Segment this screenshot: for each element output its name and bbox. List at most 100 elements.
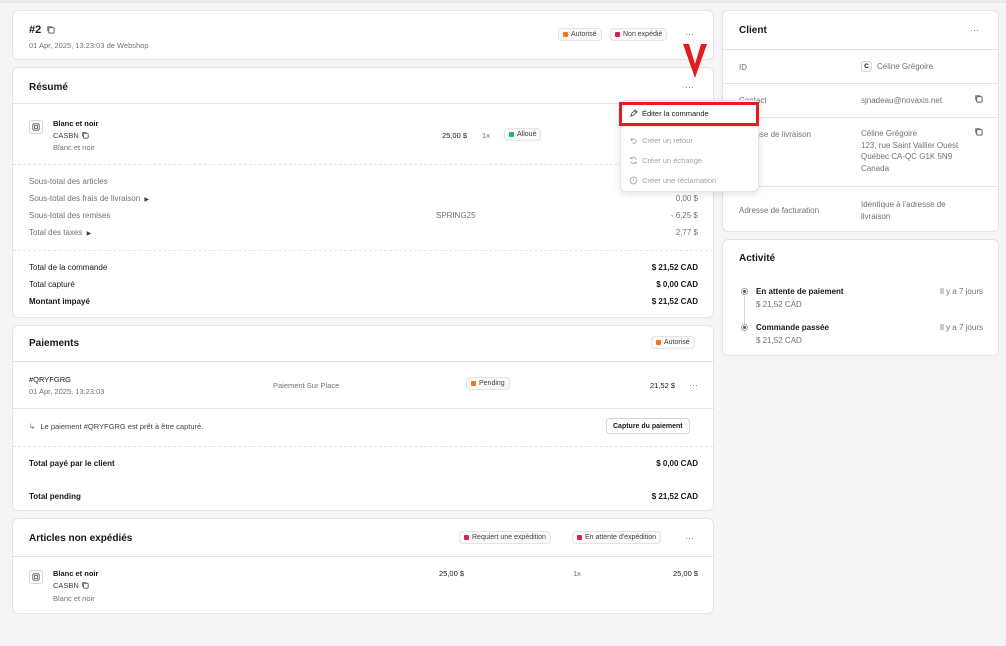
item-total: 25,00 $: [672, 569, 698, 578]
order-subtitle: 01 Apr, 2025, 13:23:03 de Webshop: [29, 41, 149, 50]
badge-label: Alloué: [517, 131, 537, 138]
item-sku: CASBN: [53, 581, 89, 590]
client-name: Céline Grégoire: [877, 62, 934, 71]
caret-right-icon: ▶: [144, 197, 150, 203]
menu-item-label: Créer un échange: [642, 156, 703, 165]
copy-icon[interactable]: [974, 94, 983, 103]
activity-title: Activité: [739, 253, 776, 264]
awaiting-shipping-badge: En attente d'expédition: [572, 531, 662, 544]
order-number-text: #2: [29, 24, 42, 36]
caret-right-icon: ▶: [86, 231, 92, 237]
item-sku-text: CASBN: [53, 131, 79, 140]
discount-code: SPRING25: [436, 211, 476, 220]
payment-more-icon[interactable]: ···: [689, 380, 698, 390]
captured-total-value: $ 0,00 CAD: [656, 280, 698, 289]
create-return-menu-item[interactable]: Créer un retour: [629, 136, 693, 145]
unpaid-amount-value: $ 21,52 CAD: [651, 297, 698, 306]
allocation-badge: Alloué: [504, 128, 542, 141]
copy-icon[interactable]: [81, 131, 89, 139]
badge-label: Non expédié: [623, 31, 663, 38]
total-pending-value: $ 21,52 CAD: [651, 492, 698, 501]
client-id-label: ID: [739, 63, 747, 72]
menu-item-label: Créer un retour: [642, 136, 693, 145]
activity-event-time: Il y a 7 jours: [939, 323, 983, 332]
item-name: Blanc et noir: [53, 569, 99, 578]
payment-status-badge: Autorisé: [558, 28, 602, 41]
activity-event-time: Il y a 7 jours: [939, 287, 983, 296]
address-line: 123, rue Saint Vallier Ouest: [861, 140, 959, 150]
menu-item-label: Créer une réclamation: [642, 176, 717, 185]
address-line: livraison: [861, 211, 891, 221]
badge-label: Requiert une expédition: [472, 534, 546, 541]
badge-label: En attente d'expédition: [585, 534, 657, 541]
copy-icon[interactable]: [81, 581, 89, 589]
client-title: Client: [739, 25, 767, 36]
order-more-icon[interactable]: ···: [685, 29, 694, 39]
captured-total-label: Total capturé: [29, 280, 75, 289]
payment-date: 01 Apr, 2025, 13:23:03: [29, 387, 105, 396]
image-icon: [32, 573, 40, 581]
product-thumbnail: [29, 570, 43, 584]
payments-card: Paiements Autorisé #QRYFGRG 01 Apr, 2025…: [12, 325, 714, 511]
client-identity[interactable]: C Céline Grégoire: [861, 61, 933, 72]
item-price: 25,00 $: [439, 569, 465, 578]
badge-label: Autorisé: [664, 339, 690, 346]
activity-card: Activité En attente de paiement $ 21,52 …: [722, 239, 999, 356]
badge-label: Autorisé: [571, 31, 597, 38]
activity-event-title: Commande passée: [756, 323, 829, 332]
summary-title: Résumé: [29, 82, 68, 93]
fulfillment-status-badge: Non expédié: [610, 28, 668, 41]
payments-title: Paiements: [29, 338, 80, 349]
item-variant: Blanc et noir: [53, 594, 95, 603]
order-header-card: #2 01 Apr, 2025, 13:23:03 de Webshop Aut…: [12, 10, 714, 60]
highlight-box: [619, 102, 759, 126]
claim-icon: [629, 176, 638, 185]
total-pending-label: Total pending: [29, 492, 81, 501]
capture-notice-text: Le paiement #QRYFGRG est prêt à être cap…: [40, 422, 204, 431]
timeline-dot: [741, 288, 748, 295]
shipping-subtotal-value: 0,00 $: [675, 194, 698, 203]
client-email[interactable]: sjnadeau@novaxis.net: [861, 96, 942, 105]
timeline-dot: [741, 324, 748, 331]
copy-icon[interactable]: [974, 127, 983, 136]
unshipped-title: Articles non expédiés: [29, 533, 133, 544]
requires-shipping-badge: Requiert une expédition: [459, 531, 551, 544]
order-total-value: $ 21,52 CAD: [651, 263, 698, 272]
shipping-address: Céline Grégoire 123, rue Saint Vallier O…: [861, 128, 958, 174]
unpaid-amount-label: Montant impayé: [29, 297, 90, 306]
discount-subtotal-value: - 6,25 $: [670, 211, 698, 220]
billing-address-label: Adresse de facturation: [739, 206, 820, 215]
item-variant: Blanc et noir: [53, 143, 95, 152]
item-sku: CASBN: [53, 131, 89, 140]
return-icon: [629, 136, 638, 145]
unshipped-more-icon[interactable]: ···: [685, 533, 694, 543]
taxes-total-label[interactable]: Total des taxes ▶: [29, 228, 91, 237]
timeline-line: [744, 296, 745, 324]
arrow-down-icon: [683, 44, 707, 78]
image-icon: [32, 123, 40, 131]
address-line: Canada: [861, 163, 890, 173]
avatar: C: [861, 61, 872, 72]
capture-notice: ↳ Le paiement #QRYFGRG est prêt à être c…: [29, 422, 203, 431]
activity-event-title: En attente de paiement: [756, 287, 844, 296]
create-exchange-menu-item[interactable]: Créer un échange: [629, 156, 702, 165]
summary-more-icon[interactable]: ···: [685, 82, 694, 92]
shipping-subtotal-label[interactable]: Sous-total des frais de livraison ▶: [29, 194, 149, 203]
top-bar: [0, 0, 1006, 3]
item-price: 25,00 $: [442, 131, 468, 140]
create-claim-menu-item[interactable]: Créer une réclamation: [629, 176, 716, 185]
arrow-return-icon: ↳: [29, 422, 36, 431]
activity-event-amount: $ 21,52 CAD: [756, 336, 802, 345]
shipping-subtotal-text: Sous-total des frais de livraison: [29, 194, 141, 203]
payment-method: Paiement Sur Place: [273, 381, 340, 390]
paid-by-customer-label: Total payé par le client: [29, 459, 115, 468]
discount-subtotal-label: Sous-total des remises: [29, 211, 111, 220]
taxes-total-value: 2,77 $: [675, 228, 698, 237]
capture-payment-button[interactable]: Capture du paiement: [606, 418, 690, 434]
product-thumbnail: [29, 120, 43, 134]
billing-address: Identique à l'adresse de livraison: [861, 199, 946, 222]
item-name: Blanc et noir: [53, 119, 99, 128]
copy-icon[interactable]: [46, 25, 55, 34]
client-more-icon[interactable]: ···: [970, 25, 979, 35]
item-quantity: 1x: [482, 131, 490, 140]
